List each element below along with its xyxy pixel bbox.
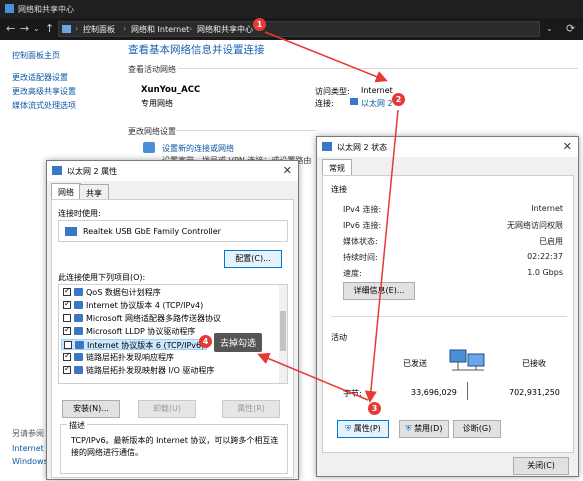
annotation-arrows — [257, 31, 399, 403]
arrow-2 — [364, 109, 399, 403]
step-marker-2: 2 — [392, 93, 405, 106]
uncheck-callout: 去掉勾选 — [214, 333, 263, 352]
arrow-3 — [257, 352, 369, 401]
arrow-1 — [264, 31, 388, 83]
step-marker-1: 1 — [253, 18, 266, 31]
step-marker-4: 4 — [199, 335, 212, 348]
step-marker-3: 3 — [368, 402, 381, 415]
